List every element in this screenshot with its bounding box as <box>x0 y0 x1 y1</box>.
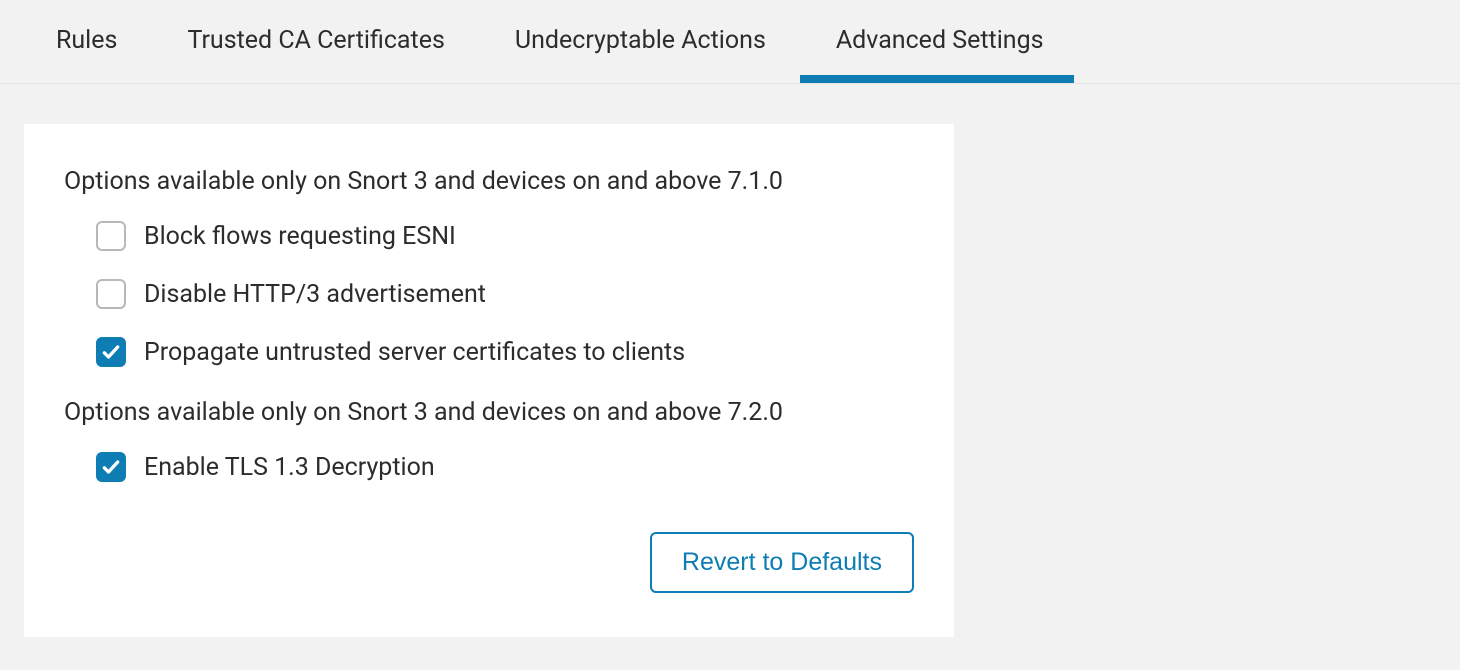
checkbox-disable-http3[interactable] <box>96 279 126 309</box>
check-icon <box>101 457 121 477</box>
checkbox-propagate-certs[interactable] <box>96 337 126 367</box>
option-label: Propagate untrusted server certificates … <box>144 338 685 367</box>
section-header-710: Options available only on Snort 3 and de… <box>64 164 914 199</box>
option-disable-http3: Disable HTTP/3 advertisement <box>64 279 914 309</box>
tab-advanced-settings[interactable]: Advanced Settings <box>836 0 1044 83</box>
check-icon <box>101 342 121 362</box>
tab-trusted-ca-certificates[interactable]: Trusted CA Certificates <box>187 0 444 83</box>
option-propagate-certs: Propagate untrusted server certificates … <box>64 337 914 367</box>
advanced-settings-panel: Options available only on Snort 3 and de… <box>24 124 954 637</box>
tab-undecryptable-actions[interactable]: Undecryptable Actions <box>515 0 766 83</box>
option-label: Enable TLS 1.3 Decryption <box>144 453 435 482</box>
button-row: Revert to Defaults <box>64 532 914 593</box>
option-block-esni: Block flows requesting ESNI <box>64 221 914 251</box>
tab-rules[interactable]: Rules <box>56 0 117 83</box>
checkbox-enable-tls13[interactable] <box>96 452 126 482</box>
option-label: Block flows requesting ESNI <box>144 222 456 251</box>
option-enable-tls13: Enable TLS 1.3 Decryption <box>64 452 914 482</box>
tabs-bar: Rules Trusted CA Certificates Undecrypta… <box>0 0 1460 84</box>
checkbox-block-esni[interactable] <box>96 221 126 251</box>
revert-to-defaults-button[interactable]: Revert to Defaults <box>650 532 914 593</box>
option-label: Disable HTTP/3 advertisement <box>144 280 486 309</box>
section-header-720: Options available only on Snort 3 and de… <box>64 395 914 430</box>
